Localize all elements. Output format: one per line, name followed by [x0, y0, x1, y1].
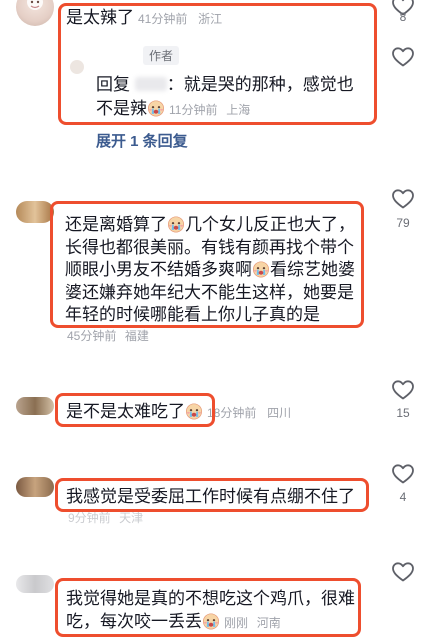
comment-time: 刚刚 — [224, 616, 249, 630]
heart-outline-icon — [391, 560, 415, 584]
comment-text-line-3: 顺眼小男友不结婚多爽啊 看综艺她婆 — [65, 260, 355, 279]
reply-time: 11分钟前 — [169, 103, 218, 117]
heart-outline-icon — [391, 187, 415, 211]
reply-text-line-2: 不是辣 11分钟前 上海 — [96, 99, 251, 118]
comment-location: 天津 — [119, 511, 144, 525]
like-button[interactable] — [388, 560, 418, 584]
crying-face-emoji-icon — [147, 99, 165, 117]
author-tag: 作者 — [143, 46, 180, 65]
heart-outline-icon — [391, 378, 415, 402]
comment-time: 9分钟前 — [68, 511, 111, 525]
crying-face-emoji-icon — [185, 402, 203, 420]
comment-text: 是太辣了 41分钟前 浙江 — [66, 8, 223, 27]
comment-text-line-2: 吃，每次咬一丢丢 刚刚 河南 — [66, 612, 281, 631]
like-count: 15 — [396, 406, 410, 420]
comment-location: 河南 — [256, 616, 281, 630]
avatar[interactable] — [16, 477, 54, 497]
like-count: 4 — [399, 490, 407, 504]
comment-meta: 45分钟前 福建 — [67, 327, 149, 345]
reply-avatar[interactable] — [70, 60, 84, 74]
comment-location: 四川 — [267, 406, 292, 420]
reply-text-line-1: 回复 ：就是哭的那种，感觉也 — [96, 75, 354, 94]
reply-like-button[interactable] — [388, 45, 418, 69]
comment-text: 我感觉是受委屈工作时候有点绷不住了 — [66, 487, 355, 506]
comment-text-line-5: 年轻的时候哪能看上你儿子真的是 — [65, 305, 320, 324]
comment-text-line-1: 还是离婚算了 几个女儿反正也大了， — [65, 215, 355, 234]
crying-face-emoji-icon — [252, 260, 270, 278]
comment-location: 福建 — [124, 329, 149, 343]
reply-location: 上海 — [226, 103, 251, 117]
avatar[interactable] — [16, 575, 54, 593]
avatar[interactable] — [16, 397, 54, 415]
comment-time: 41分钟前 — [138, 12, 188, 26]
crying-face-emoji-icon — [202, 612, 220, 630]
like-count: 79 — [396, 216, 410, 230]
comment-text-line-1: 我觉得她是真的不想吃这个鸡爪，很难 — [66, 589, 355, 608]
comment-time: 18分钟前 — [207, 406, 257, 420]
like-button[interactable] — [388, 462, 418, 486]
crying-face-emoji-icon — [167, 215, 185, 233]
comment-time: 45分钟前 — [67, 329, 117, 343]
avatar[interactable] — [16, 0, 54, 26]
comment-location: 浙江 — [198, 12, 223, 26]
comment-text: 是不是太难吃了 18分钟前 四川 — [66, 402, 292, 421]
expand-replies-link[interactable]: 展开 1 条回复 — [96, 130, 188, 151]
heart-outline-icon — [391, 45, 415, 69]
comment-meta: 9分钟前 天津 — [68, 509, 143, 527]
like-button[interactable] — [388, 187, 418, 211]
like-count: 8 — [399, 10, 407, 24]
heart-outline-icon — [391, 462, 415, 486]
redacted-username — [134, 77, 167, 91]
like-button[interactable] — [388, 378, 418, 402]
avatar[interactable] — [16, 201, 54, 223]
